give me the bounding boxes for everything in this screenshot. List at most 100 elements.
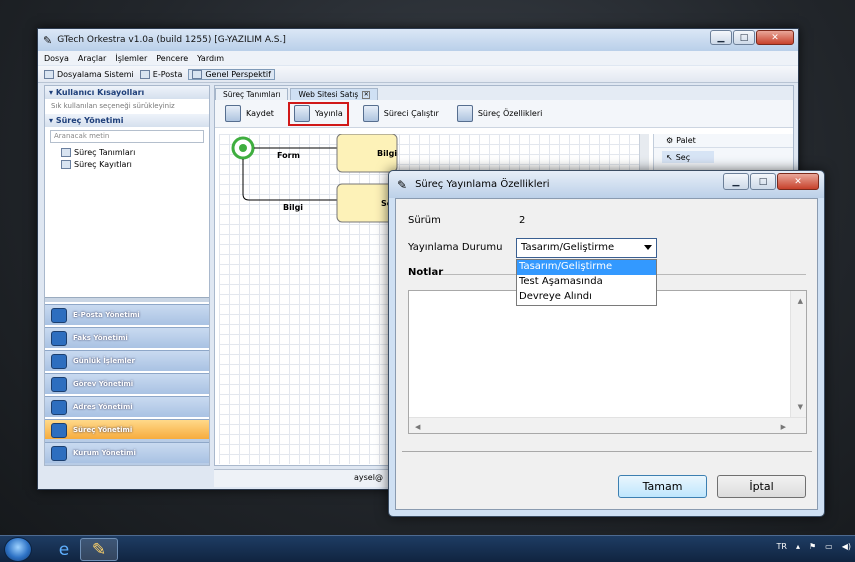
- nav-gunluk[interactable]: Günlük İşlemler: [45, 350, 209, 371]
- nav-faks[interactable]: Faks Yönetimi: [45, 327, 209, 348]
- main-toolbar: Dosyalama Sistemi E-Posta Genel Perspekt…: [38, 66, 798, 83]
- nav-surec[interactable]: Süreç Yönetimi: [45, 419, 209, 440]
- properties-icon: [456, 105, 473, 122]
- task-icon: [51, 376, 67, 392]
- system-tray: TR ▴ ⚑ ▭ ◀): [768, 542, 851, 551]
- save-icon: [225, 105, 241, 122]
- fax-icon: [51, 330, 67, 346]
- dialog-icon: ✎: [397, 177, 408, 192]
- maximize-button[interactable]: □: [733, 30, 755, 45]
- volume-icon[interactable]: ◀): [842, 542, 851, 551]
- option-devreye[interactable]: Devreye Alındı: [517, 290, 656, 305]
- shortcuts-hint: Sık kullanılan seçeneği sürükleyiniz: [51, 102, 175, 110]
- cursor-icon: ↖: [666, 152, 673, 162]
- edge-bilgi[interactable]: [242, 159, 337, 201]
- publish-button[interactable]: Yayınla: [287, 101, 349, 126]
- process-tree: Süreç Tanımları Süreç Kayıtları: [45, 146, 209, 170]
- nav-gorev[interactable]: Görev Yönetimi: [45, 373, 209, 394]
- records-icon: [61, 159, 71, 169]
- notes-textarea[interactable]: ▲ ▼ ◀ ▶: [408, 290, 807, 434]
- dialog-title: Süreç Yayınlama Özellikleri: [415, 179, 550, 190]
- notes-vscroll[interactable]: [790, 291, 806, 419]
- definition-icon: [61, 147, 71, 157]
- dialog-titlebar[interactable]: ✎ Süreç Yayınlama Özellikleri ▁ □ ✕: [389, 171, 824, 198]
- save-button[interactable]: Kaydet: [221, 102, 278, 126]
- status-dropdown-list: Tasarım/Geliştirme Test Aşamasında Devre…: [516, 259, 657, 306]
- mail-icon: [51, 307, 67, 323]
- cancel-button[interactable]: İptal: [717, 475, 806, 498]
- dialog-close-button[interactable]: ✕: [777, 173, 819, 190]
- main-window-title: GTech Orkestra v1.0a (build 1255) [G-YAZ…: [57, 35, 286, 45]
- option-test[interactable]: Test Aşamasında: [517, 275, 656, 290]
- edge-label-form: Form: [277, 151, 300, 160]
- editor-toolbar: Kaydet Yayınla Süreci Çalıştır Süreç Öze…: [215, 100, 793, 128]
- menu-pencere[interactable]: Pencere: [156, 54, 188, 63]
- notes-hscroll[interactable]: [409, 417, 806, 433]
- folder-icon: [44, 69, 54, 79]
- app-icon: ✎: [43, 33, 53, 47]
- run-process-button[interactable]: Süreci Çalıştır: [359, 102, 443, 126]
- status-select[interactable]: Tasarım/Geliştirme: [516, 238, 657, 258]
- tab-web-sitesi-satis[interactable]: Web Sitesi Satış ✕: [290, 88, 379, 100]
- nav-kurum[interactable]: Kurum Yönetimi: [45, 442, 209, 463]
- version-label: Sürüm: [408, 215, 441, 226]
- process-properties-button[interactable]: Süreç Özellikleri: [453, 102, 547, 126]
- menu-dosya[interactable]: Dosya: [44, 54, 69, 63]
- orkestra-taskbar-icon[interactable]: ✎: [80, 538, 118, 561]
- mail-icon: [139, 69, 150, 79]
- toolbar-dosyalama[interactable]: Dosyalama Sistemi: [44, 69, 134, 79]
- toolbar-eposta[interactable]: E-Posta: [139, 69, 182, 79]
- taskbar: e ✎ TR ▴ ⚑ ▭ ◀): [0, 535, 855, 562]
- menu-yardim[interactable]: Yardım: [197, 54, 224, 63]
- scroll-down-icon[interactable]: ▼: [798, 403, 803, 411]
- search-input[interactable]: Aranacak metin: [50, 130, 204, 143]
- nav-splitter[interactable]: [45, 297, 209, 302]
- publish-icon: [293, 105, 310, 122]
- palette-select-tool[interactable]: ↖ Seç: [662, 151, 714, 163]
- dialog-minimize-button[interactable]: ▁: [723, 173, 749, 190]
- flag-icon[interactable]: ⚑: [809, 542, 816, 551]
- minimize-button[interactable]: ▁: [710, 30, 732, 45]
- ok-button[interactable]: Tamam: [618, 475, 707, 498]
- tree-item-surec-tanimlari[interactable]: Süreç Tanımları: [61, 146, 209, 158]
- notes-label: Notlar: [408, 267, 444, 278]
- nav-eposta[interactable]: E-Posta Yönetimi: [45, 304, 209, 325]
- shortcuts-header[interactable]: ▾ Kullanıcı Kısayolları: [45, 86, 209, 99]
- process-icon: [51, 422, 67, 438]
- process-header[interactable]: ▾ Süreç Yönetimi: [45, 114, 209, 127]
- left-panel: ▾ Kullanıcı Kısayolları Sık kullanılan s…: [44, 85, 210, 466]
- status-label: Yayınlama Durumu: [408, 242, 503, 253]
- close-button[interactable]: ✕: [756, 30, 794, 45]
- menu-bar: Dosya Araçlar İşlemler Pencere Yardım: [38, 51, 798, 65]
- publish-dialog: ✎ Süreç Yayınlama Özellikleri ▁ □ ✕ Sürü…: [388, 170, 825, 517]
- run-icon: [362, 105, 379, 122]
- daily-icon: [51, 353, 67, 369]
- nav-adres[interactable]: Adres Yönetimi: [45, 396, 209, 417]
- scroll-left-icon[interactable]: ◀: [415, 423, 420, 431]
- option-tasarim[interactable]: Tasarım/Geliştirme: [517, 260, 656, 275]
- tab-surec-tanimlari[interactable]: Süreç Tanımları: [215, 88, 289, 100]
- close-icon[interactable]: ✕: [362, 90, 371, 99]
- organization-icon: [51, 445, 67, 461]
- address-icon: [51, 399, 67, 415]
- tray-expand-icon[interactable]: ▴: [796, 542, 800, 551]
- chevron-down-icon: [644, 245, 652, 250]
- tree-item-surec-kayitlari[interactable]: Süreç Kayıtları: [61, 158, 209, 170]
- main-titlebar[interactable]: ✎ GTech Orkestra v1.0a (build 1255) [G-Y…: [38, 29, 798, 51]
- palette-icon: ⚙: [666, 136, 674, 145]
- menu-araclar[interactable]: Araçlar: [78, 54, 106, 63]
- dialog-maximize-button[interactable]: □: [750, 173, 776, 190]
- toolbar-genel-perspektif[interactable]: Genel Perspektif: [188, 68, 275, 80]
- menu-islemler[interactable]: İşlemler: [115, 54, 147, 63]
- edge-label-bilgi: Bilgi: [283, 203, 303, 212]
- scroll-up-icon[interactable]: ▲: [798, 297, 803, 305]
- start-button[interactable]: [4, 537, 32, 562]
- editor-tabs: Süreç Tanımları Web Sitesi Satış ✕: [215, 86, 793, 100]
- network-icon[interactable]: ▭: [825, 542, 833, 551]
- status-user: aysel@: [354, 473, 383, 482]
- scroll-right-icon[interactable]: ▶: [781, 423, 786, 431]
- palette-header[interactable]: ⚙ Palet: [654, 134, 793, 148]
- language-indicator[interactable]: TR: [777, 542, 787, 551]
- ie-icon[interactable]: e: [45, 538, 83, 561]
- node-label-bilgi: Bilgi: [377, 149, 397, 158]
